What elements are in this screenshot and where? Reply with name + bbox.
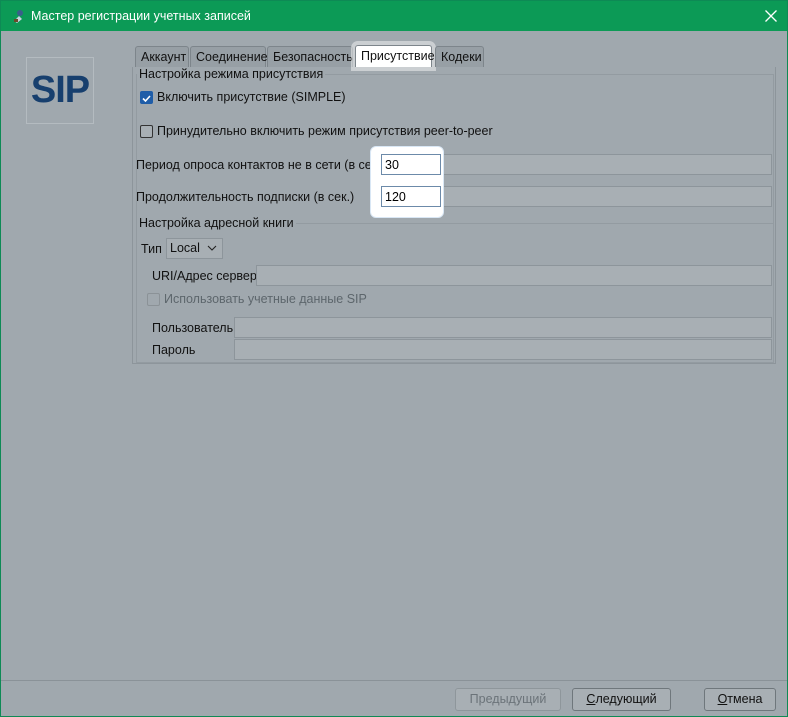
username-input-field[interactable] <box>235 318 771 337</box>
enable-presence-checkbox[interactable] <box>140 91 153 104</box>
subscription-duration-input-field[interactable] <box>382 187 440 206</box>
presence-group-title: Настройка режима присутствия <box>137 67 326 81</box>
chevron-down-icon <box>207 245 217 251</box>
tab-codecs-label: Кодеки <box>441 50 482 64</box>
use-sip-credentials-label: Использовать учетные данные SIP <box>164 292 367 306</box>
username-input[interactable] <box>234 317 772 338</box>
footer-divider <box>1 680 787 681</box>
title-bar: Мастер регистрации учетных записей <box>1 1 787 31</box>
server-uri-input-field[interactable] <box>257 266 771 285</box>
poll-period-label: Период опроса контактов не в сети (в сек… <box>136 158 385 172</box>
username-label: Пользователь <box>152 321 234 335</box>
password-input[interactable] <box>234 339 772 360</box>
server-uri-input[interactable] <box>256 265 772 286</box>
tab-account[interactable]: Аккаунт <box>135 46 189 67</box>
subscription-duration-input[interactable] <box>381 186 441 207</box>
tab-security-label: Безопасность <box>273 50 353 64</box>
close-icon[interactable] <box>761 6 781 26</box>
tab-presence-label: Присутствие <box>361 49 435 63</box>
enable-presence-label: Включить присутствие (SIMPLE) <box>157 90 346 104</box>
password-input-field[interactable] <box>235 340 771 359</box>
tab-codecs[interactable]: Кодеки <box>435 46 484 67</box>
cancel-button[interactable]: Отмена <box>704 688 776 711</box>
previous-button-label: Предыдущий <box>469 692 547 706</box>
next-button-label: ледующий <box>595 692 657 706</box>
account-wizard-window: Мастер регистрации учетных записей SIP А… <box>0 0 788 717</box>
checkmark-icon <box>142 95 151 103</box>
window-title: Мастер регистрации учетных записей <box>31 9 251 23</box>
poll-period-input-field[interactable] <box>382 155 440 174</box>
poll-period-input[interactable] <box>381 154 441 175</box>
force-p2p-label: Принудительно включить режим присутствия… <box>157 124 493 138</box>
tab-security[interactable]: Безопасность <box>267 46 353 67</box>
force-p2p-checkbox[interactable] <box>140 125 153 138</box>
cancel-button-label: тмена <box>727 692 763 706</box>
type-select[interactable]: Local <box>166 238 223 259</box>
type-select-value: Local <box>170 241 200 255</box>
password-label: Пароль <box>152 343 196 357</box>
server-uri-label: URI/Адрес сервера <box>152 269 264 283</box>
tab-connection[interactable]: Соединение <box>190 46 268 67</box>
tab-connection-label: Соединение <box>196 50 268 64</box>
tab-account-label: Аккаунт <box>141 50 187 64</box>
previous-button[interactable]: Предыдущий <box>455 688 561 711</box>
sip-phone-icon <box>14 10 23 23</box>
cancel-button-accel: О <box>717 692 728 706</box>
type-label: Тип <box>141 242 162 256</box>
tab-presence[interactable]: Присутствие <box>355 45 435 67</box>
use-sip-credentials-checkbox[interactable] <box>147 293 160 306</box>
sip-logo: SIP <box>26 57 94 124</box>
next-button[interactable]: Следующий <box>572 688 671 711</box>
sip-logo-text: SIP <box>30 69 90 111</box>
subscription-duration-label: Продолжительность подписки (в сек.) <box>136 190 355 204</box>
addressbook-group-title: Настройка адресной книги <box>137 216 296 230</box>
